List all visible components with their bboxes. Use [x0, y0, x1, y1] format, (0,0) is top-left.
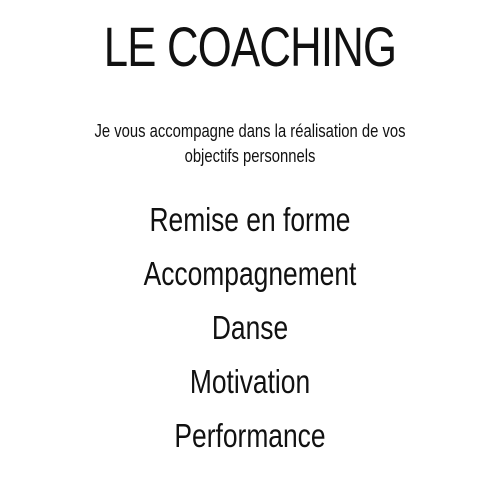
page-subtitle: Je vous accompagne dans la réalisation d…: [94, 120, 406, 166]
service-item-motivation: Motivation: [189, 363, 311, 400]
coaching-page: LE COACHING Je vous accompagne dans la r…: [0, 0, 500, 500]
service-item-remise-en-forme: Remise en forme: [149, 201, 351, 238]
service-item-performance: Performance: [174, 417, 326, 454]
page-title: LE COACHING: [103, 15, 397, 78]
service-item-danse: Danse: [211, 309, 289, 346]
service-item-accompagnement: Accompagnement: [143, 255, 357, 292]
services-list: Remise en forme Accompagnement Danse Mot…: [0, 196, 500, 466]
